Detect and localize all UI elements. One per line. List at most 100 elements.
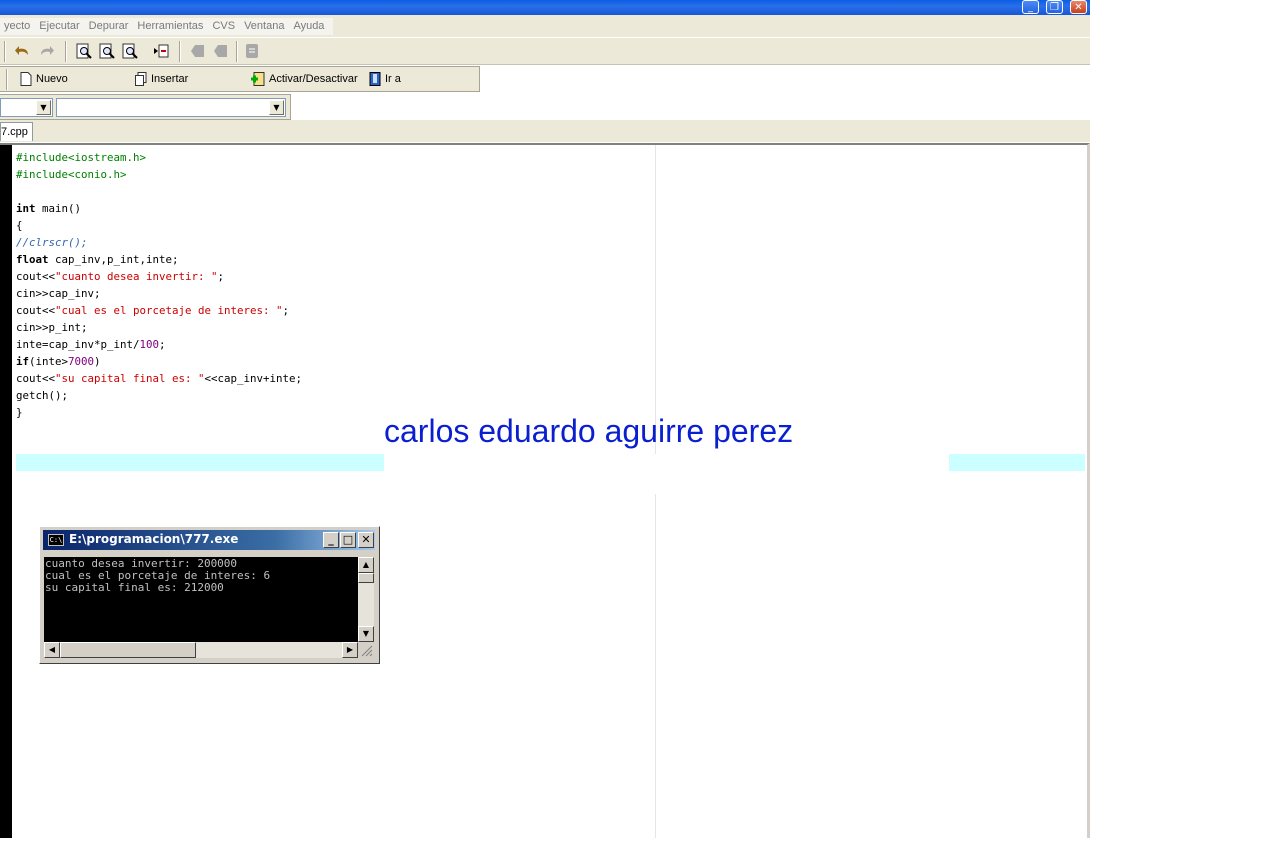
code-line[interactable]: cout<<"su capital final es: "<<cap_inv+i… [16,370,302,387]
find-next-icon[interactable] [99,43,115,59]
code-line[interactable]: getch(); [16,387,302,404]
code-token: (inte> [29,355,69,368]
console-output[interactable]: cuanto desea invertir: 200000 cual es el … [44,557,358,642]
code-token: 100 [139,338,160,351]
console-vertical-scrollbar[interactable]: ▲ ▼ [358,557,374,642]
undo-icon[interactable] [15,43,31,59]
code-token: #include<conio.h> [16,168,127,181]
new-file-icon [20,72,32,87]
console-icon[interactable]: C:\ [48,534,64,546]
code-line[interactable]: if(inte>7000) [16,353,302,370]
chevron-down-icon[interactable]: ▼ [36,100,51,115]
class-toolbar: ▼ ▼ [0,94,291,120]
menu-item-ejecutar[interactable]: Ejecutar [35,18,84,35]
code-token: ; [159,338,166,351]
menu-item-herramientas[interactable]: Herramientas [133,18,208,35]
console-horizontal-scrollbar[interactable]: ◀ ▶ [44,642,358,658]
goto-icon [369,72,381,87]
code-line[interactable]: #include<iostream.h> [16,149,302,166]
goto-line-icon[interactable] [153,43,169,59]
console-maximize-button[interactable]: □ [340,532,356,548]
code-token: } [16,406,23,419]
code-token: main() [35,202,82,215]
editor-gutter [0,145,12,838]
main-toolbar [0,37,1090,65]
new-button[interactable]: Nuevo [20,71,68,87]
bookmark-clear-icon[interactable] [244,43,260,59]
code-token: cap_inv,p_int,inte; [48,253,179,266]
code-editor[interactable]: #include<iostream.h> #include<conio.h> int… [0,143,1090,838]
find-icon[interactable] [76,43,92,59]
console-minimize-button[interactable]: _ [323,532,339,548]
restore-button[interactable]: ❐ [1046,0,1063,14]
code-line[interactable]: //clrscr(); [16,234,302,251]
code-line[interactable]: cout<<"cuanto desea invertir: "; [16,268,302,285]
code-token: cout<< [16,304,56,317]
code-line[interactable]: float cap_inv,p_int,inte; [16,251,302,268]
scroll-right-icon[interactable]: ▶ [342,642,358,658]
menu-item-cvs[interactable]: CVS [208,18,240,35]
toolbar-separator [4,41,6,62]
toggle-bookmark-icon [251,72,265,87]
scroll-thumb[interactable] [358,573,374,583]
code-line[interactable]: cin>>cap_inv; [16,285,302,302]
code-token: { [16,219,23,232]
console-close-button[interactable]: ✕ [358,532,374,548]
code-token: getch(); [16,389,69,402]
title-bar: _ ❐ ✕ [0,0,1090,15]
line-highlight [16,454,384,471]
code-token: "cuanto desea invertir: " [55,270,218,283]
console-title-bar[interactable]: C:\ E:\programacion\777.exe _ □ ✕ [43,530,375,550]
class-combo[interactable]: ▼ [0,98,53,117]
code-token: inte=cap_inv*p_int/ [16,338,140,351]
toggle-button[interactable]: Activar/Desactivar [251,71,358,87]
code-line[interactable]: #include<conio.h> [16,166,302,183]
new-button-label: Nuevo [36,73,68,85]
code-token: ; [282,304,290,317]
close-button[interactable]: ✕ [1070,0,1087,14]
scroll-left-icon[interactable]: ◀ [44,642,60,658]
code-line[interactable]: { [16,217,302,234]
author-name: carlos eduardo aguirre perez [384,413,794,449]
chevron-down-icon[interactable]: ▼ [269,100,284,115]
menu-list: yecto Ejecutar Depurar Herramientas CVS Venta… [0,18,334,35]
bookmark-next-icon[interactable] [213,43,229,59]
menu-item-ayuda[interactable]: Ayuda [289,18,329,35]
menu-item-depurar[interactable]: Depurar [85,18,134,35]
member-combo[interactable]: ▼ [56,98,286,117]
scroll-down-icon[interactable]: ▼ [358,626,374,642]
insert-icon [135,72,147,87]
code-line[interactable]: inte=cap_inv*p_int/100; [16,336,302,353]
toggle-button-label: Activar/Desactivar [269,73,358,85]
goto-button[interactable]: Ir a [369,71,401,87]
bookmark-prev-icon[interactable] [190,43,206,59]
source-code[interactable]: #include<iostream.h> #include<conio.h> int… [16,149,302,421]
code-line[interactable]: cin>>p_int; [16,319,302,336]
code-token: cout<< [16,372,56,385]
menu-item-yecto[interactable]: yecto [0,18,35,35]
minimize-button[interactable]: _ [1022,0,1039,14]
scroll-up-icon[interactable]: ▲ [358,557,374,573]
code-token: cout<< [16,270,56,283]
code-token: #include<iostream.h> [16,151,147,164]
toolbar-separator [65,41,67,62]
code-line[interactable]: } [16,404,302,421]
console-window[interactable]: C:\ E:\programacion\777.exe _ □ ✕ cuanto… [39,526,380,664]
redo-icon[interactable] [38,43,54,59]
replace-icon[interactable] [122,43,138,59]
overlay-background [384,454,949,494]
code-token: float [16,253,49,266]
code-token: cin>>p_int; [16,321,88,334]
code-token: "cual es el porcetaje de interes: " [55,304,283,317]
insert-button[interactable]: Insertar [135,71,188,87]
menu-item-ventana[interactable]: Ventana [240,18,289,35]
resize-grip-icon[interactable] [358,642,374,658]
file-tab[interactable]: 7.cpp [0,122,33,141]
code-token: 7000 [68,355,95,368]
code-line[interactable]: cout<<"cual es el porcetaje de interes: … [16,302,302,319]
code-token: //clrscr(); [16,236,88,249]
code-line[interactable]: int main() [16,200,302,217]
scroll-thumb[interactable] [60,642,196,658]
code-line[interactable] [16,183,302,200]
code-token: <<cap_inv+inte; [204,372,303,385]
